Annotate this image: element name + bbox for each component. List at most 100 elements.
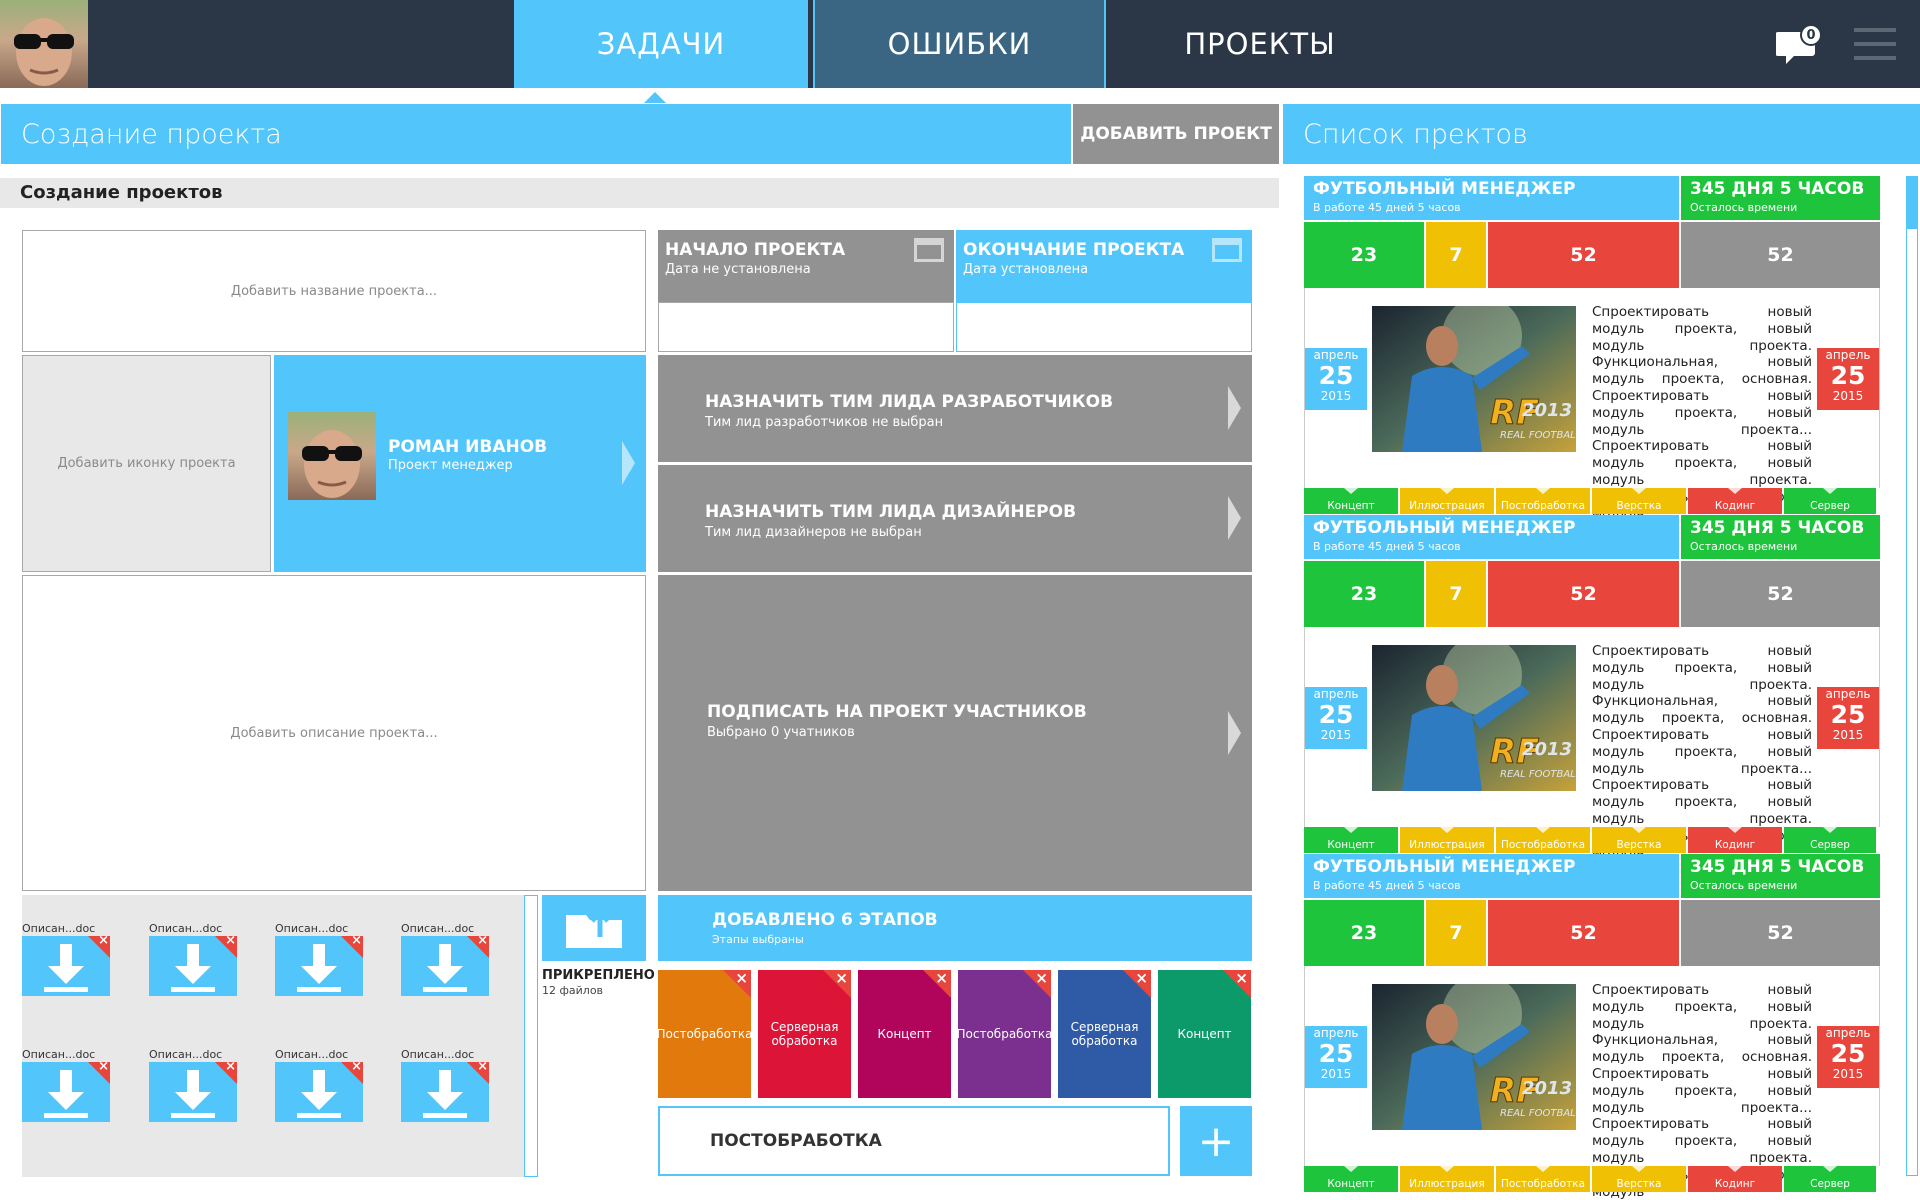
stage-tab[interactable]: Верстка — [1592, 827, 1686, 853]
stage-tab[interactable]: Сервер — [1784, 1166, 1876, 1192]
stage-tile[interactable]: Концепт × — [858, 970, 951, 1098]
close-icon: × — [1235, 970, 1248, 987]
add-project-button[interactable]: ДОБАВИТЬ ПРОЕКТ — [1073, 104, 1279, 164]
project-icon-upload[interactable]: Добавить иконку проекта — [22, 355, 271, 572]
stage-tab[interactable]: Верстка — [1592, 488, 1686, 514]
calendar-icon[interactable] — [914, 238, 944, 262]
download-icon[interactable]: × — [275, 936, 363, 996]
date-day: 25 — [1830, 361, 1866, 390]
task-count[interactable]: 52 — [1681, 222, 1880, 288]
stage-tab[interactable]: Иллюстрация — [1400, 827, 1494, 853]
end-date-sub: Дата установлена — [963, 262, 1089, 277]
end-date-badge: апрель 25 2015 — [1817, 687, 1879, 749]
stage-tile[interactable]: Концепт × — [1158, 970, 1251, 1098]
stage-tab[interactable]: Концепт — [1304, 488, 1398, 514]
file-item[interactable]: Описан...doc × — [275, 922, 363, 996]
download-icon[interactable]: × — [149, 936, 237, 996]
task-count[interactable]: 52 — [1488, 900, 1679, 966]
task-count[interactable]: 7 — [1426, 222, 1486, 288]
messages-icon[interactable]: 0 — [1775, 24, 1822, 66]
stage-tab-label: Кодинг — [1714, 839, 1756, 851]
stage-tab[interactable]: Кодинг — [1688, 488, 1782, 514]
list-scrollbar[interactable] — [1906, 176, 1918, 1176]
project-name: ФУТБОЛЬНЫЙ МЕНЕДЖЕР — [1313, 518, 1576, 538]
dev-lead-sub: Тим лид разработчиков не выбран — [705, 415, 944, 430]
menu-icon[interactable] — [1854, 28, 1896, 60]
file-item[interactable]: Описан...doc × — [275, 1048, 363, 1122]
manager-card[interactable]: РОМАН ИВАНОВ Проект менеджер — [274, 355, 646, 572]
start-date-header[interactable]: НАЧАЛО ПРОЕКТА Дата не установлена — [658, 230, 954, 302]
assign-design-lead[interactable]: НАЗНАЧИТЬ ТИМ ЛИДА ДИЗАЙНЕРОВ Тим лид ди… — [658, 465, 1252, 572]
file-item[interactable]: Описан...doc × — [401, 1048, 489, 1122]
task-count[interactable]: 52 — [1488, 561, 1679, 627]
project-card[interactable]: ФУТБОЛЬНЫЙ МЕНЕДЖЕР В работе 45 дней 5 ча… — [1304, 854, 1880, 1200]
task-count[interactable]: 23 — [1304, 900, 1424, 966]
stage-tile[interactable]: Постобработка × — [958, 970, 1051, 1098]
stage-tab[interactable]: Кодинг — [1688, 827, 1782, 853]
download-icon[interactable]: × — [275, 1062, 363, 1122]
task-count[interactable]: 23 — [1304, 222, 1424, 288]
task-count[interactable]: 23 — [1304, 561, 1424, 627]
file-name: Описан...doc — [22, 1048, 96, 1061]
stage-tab[interactable]: Верстка — [1592, 1166, 1686, 1192]
download-icon[interactable]: × — [149, 1062, 237, 1122]
tab-tasks[interactable]: ЗАДАЧИ — [514, 0, 808, 88]
assign-dev-lead[interactable]: НАЗНАЧИТЬ ТИМ ЛИДА РАЗРАБОТЧИКОВ Тим лид… — [658, 355, 1252, 462]
download-icon[interactable]: × — [22, 1062, 110, 1122]
stage-tab[interactable]: Постобработка — [1496, 1166, 1590, 1192]
stage-tab[interactable]: Постобработка — [1496, 488, 1590, 514]
file-item[interactable]: Описан...doc × — [149, 922, 237, 996]
start-date-sub: Дата не установлена — [665, 262, 811, 277]
stage-tab[interactable]: Кодинг — [1688, 1166, 1782, 1192]
end-date-header[interactable]: ОКОНЧАНИЕ ПРОЕКТА Дата установлена — [956, 230, 1252, 302]
stage-tab[interactable]: Концепт — [1304, 827, 1398, 853]
task-count[interactable]: 7 — [1426, 561, 1486, 627]
scrollbar-thumb[interactable] — [1907, 177, 1917, 229]
task-count[interactable]: 52 — [1488, 222, 1679, 288]
download-icon[interactable]: × — [401, 936, 489, 996]
file-item[interactable]: Описан...doc × — [401, 922, 489, 996]
stage-tab[interactable]: Иллюстрация — [1400, 1166, 1494, 1192]
project-description-input[interactable]: Добавить описание проекта... — [22, 575, 646, 891]
svg-text:2013: 2013 — [1522, 400, 1572, 421]
stage-tab[interactable]: Сервер — [1784, 488, 1876, 514]
file-item[interactable]: Описан...doc × — [22, 922, 110, 996]
file-item[interactable]: Описан...doc × — [22, 1048, 110, 1122]
calendar-icon[interactable] — [1212, 238, 1242, 262]
close-icon: × — [1035, 970, 1048, 987]
stage-tile[interactable]: Постобработка × — [658, 970, 751, 1098]
project-card[interactable]: ФУТБОЛЬНЫЙ МЕНЕДЖЕР В работе 45 дней 5 ча… — [1304, 176, 1880, 522]
add-stage-button[interactable]: + — [1180, 1106, 1252, 1176]
stage-tabs: Концепт Иллюстрация Постобработка Верстка Ко… — [1304, 1166, 1880, 1192]
tab-errors[interactable]: ОШИБКИ — [813, 0, 1106, 88]
files-scrollbar[interactable] — [524, 895, 538, 1177]
stage-name-input[interactable]: ПОСТОБРАБОТКА — [658, 1106, 1170, 1176]
file-name: Описан...doc — [275, 1048, 349, 1061]
stage-tile[interactable]: Серверная обработка × — [1058, 970, 1151, 1098]
stage-tile[interactable]: Серверная обработка × — [758, 970, 851, 1098]
download-icon[interactable]: × — [401, 1062, 489, 1122]
end-date-input[interactable] — [956, 302, 1252, 352]
time-left-label: Осталось времени — [1690, 879, 1798, 892]
task-count[interactable]: 52 — [1681, 900, 1880, 966]
date-year: 2015 — [1832, 1067, 1864, 1081]
design-lead-title: НАЗНАЧИТЬ ТИМ ЛИДА ДИЗАЙНЕРОВ — [705, 502, 1077, 522]
stage-tab[interactable]: Сервер — [1784, 827, 1876, 853]
date-year: 2015 — [1320, 1067, 1352, 1081]
download-icon[interactable]: × — [22, 936, 110, 996]
task-count[interactable]: 52 — [1681, 561, 1880, 627]
stage-tab[interactable]: Постобработка — [1496, 827, 1590, 853]
stage-tab[interactable]: Иллюстрация — [1400, 488, 1494, 514]
subscribe-members[interactable]: ПОДПИСАТЬ НА ПРОЕКТ УЧАСТНИКОВ Выбрано 0… — [658, 575, 1252, 891]
caret-down-icon — [1344, 827, 1358, 833]
project-name-input[interactable]: Добавить название проекта... — [22, 230, 646, 352]
upload-button[interactable] — [542, 895, 646, 961]
user-avatar[interactable] — [0, 0, 88, 88]
start-date-input[interactable] — [658, 302, 954, 352]
task-count[interactable]: 7 — [1426, 900, 1486, 966]
project-card[interactable]: ФУТБОЛЬНЫЙ МЕНЕДЖЕР В работе 45 дней 5 ча… — [1304, 515, 1880, 861]
stage-tab[interactable]: Концепт — [1304, 1166, 1398, 1192]
caret-down-icon — [1536, 827, 1550, 833]
file-item[interactable]: Описан...doc × — [149, 1048, 237, 1122]
tab-projects[interactable]: ПРОЕКТЫ — [1110, 0, 1410, 88]
